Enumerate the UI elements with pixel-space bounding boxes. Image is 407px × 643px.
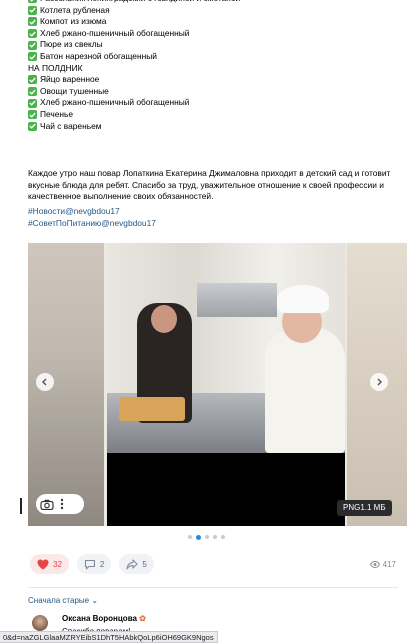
menu-line-text: Котлета рубленая xyxy=(40,4,110,15)
menu-line-text: Хлеб ржано-пшеничный обогащенный xyxy=(40,27,190,38)
carousel-slide-current[interactable] xyxy=(107,243,345,526)
checkmark-icon xyxy=(28,17,37,27)
carousel-dot[interactable] xyxy=(188,535,192,539)
menu-line: Чай с вареньем xyxy=(28,121,240,133)
menu-line-text: НА ПОЛДНИК xyxy=(28,62,83,73)
menu-list: Рассольник ленинградский с говядиной и с… xyxy=(28,0,240,132)
menu-line: Батон нарезной обогащенный xyxy=(28,51,240,63)
comment-icon xyxy=(84,559,95,569)
checkmark-icon xyxy=(28,29,37,39)
post-text: Каждое утро наш повар Лопаткина Екатерин… xyxy=(28,168,391,202)
menu-line-text: Яйцо варенное xyxy=(40,74,100,85)
share-count: 5 xyxy=(142,559,147,569)
chevron-down-icon: ⌄ xyxy=(91,596,99,605)
hashtag-link[interactable]: #Новости@nevgbdou17 xyxy=(28,205,156,217)
carousel-dots xyxy=(188,534,225,540)
more-vertical-icon[interactable] xyxy=(60,498,64,510)
checkmark-icon xyxy=(28,0,37,4)
camera-icon[interactable] xyxy=(40,499,54,510)
menu-line-text: Компот из изюма xyxy=(40,16,107,27)
eye-icon xyxy=(369,561,380,568)
comment-author[interactable]: Оксана Воронцова ✿ xyxy=(62,614,146,623)
views-counter: 417 xyxy=(369,560,396,569)
menu-line: Хлеб ржано-пшеничный обогащенный xyxy=(28,28,240,40)
menu-line: Печенье xyxy=(28,109,240,121)
scroll-indicator xyxy=(20,498,22,514)
menu-line: Компот из изюма xyxy=(28,16,240,28)
menu-line: Пюре из свеклы xyxy=(28,39,240,51)
chevron-right-icon xyxy=(377,378,382,386)
flower-icon: ✿ xyxy=(139,614,146,623)
heart-icon xyxy=(37,559,49,569)
share-button[interactable]: 5 xyxy=(119,554,154,574)
chevron-left-icon xyxy=(42,378,47,386)
checkmark-icon xyxy=(28,40,37,50)
carousel-next-button[interactable] xyxy=(370,373,388,391)
carousel-dot[interactable] xyxy=(205,535,209,539)
checkmark-icon xyxy=(28,98,37,108)
menu-line: НА ПОЛДНИК xyxy=(28,63,240,75)
hashtag-link[interactable]: #СоветПоПитанию@nevgbdou17 xyxy=(28,217,156,229)
status-url-bar: 0&d=naZGLGlaaMZRYEibS1DhT5HAbkQoLp6iOH69… xyxy=(0,631,218,643)
checkmark-icon xyxy=(28,75,37,85)
like-button[interactable]: 32 xyxy=(30,554,69,574)
carousel-dot[interactable] xyxy=(196,534,201,540)
menu-line: Котлета рубленая xyxy=(28,5,240,17)
image-tools[interactable] xyxy=(36,494,84,514)
menu-line-text: Хлеб ржано-пшеничный обогащенный xyxy=(40,97,190,108)
carousel-prev-button[interactable] xyxy=(36,373,54,391)
carousel-dot[interactable] xyxy=(213,535,217,539)
comments-sort-dropdown[interactable]: Сначала старые ⌄ xyxy=(28,596,98,605)
like-count: 32 xyxy=(53,559,62,569)
menu-line: Хлеб ржано-пшеничный обогащенный xyxy=(28,97,240,109)
menu-line-text: Чай с вареньем xyxy=(40,120,102,131)
checkmark-icon xyxy=(28,5,37,15)
menu-line-text: Батон нарезной обогащенный xyxy=(40,50,157,61)
menu-line: Овощи тушенные xyxy=(28,86,240,98)
carousel-dot[interactable] xyxy=(221,535,225,539)
checkmark-icon xyxy=(28,87,37,97)
menu-line: Яйцо варенное xyxy=(28,74,240,86)
comment-button[interactable]: 2 xyxy=(76,554,112,574)
photo-carousel[interactable] xyxy=(28,243,407,526)
avatar[interactable] xyxy=(32,615,48,631)
file-size-badge: PNG1.1 МБ xyxy=(337,500,392,516)
checkmark-icon xyxy=(28,110,37,120)
menu-line-text: Пюре из свеклы xyxy=(40,39,103,50)
checkmark-icon xyxy=(28,52,37,62)
hashtags: #Новости@nevgbdou17 #СоветПоПитанию@nevg… xyxy=(28,205,156,229)
checkmark-icon xyxy=(28,121,37,131)
divider xyxy=(28,587,398,588)
menu-line-text: Печенье xyxy=(40,108,74,119)
menu-line-text: Овощи тушенные xyxy=(40,85,109,96)
share-icon xyxy=(126,558,138,569)
views-count: 417 xyxy=(382,560,396,569)
comments-sort-label: Сначала старые xyxy=(28,596,90,605)
post-actions: 32 2 5 xyxy=(30,554,154,574)
comment-count: 2 xyxy=(99,559,105,569)
